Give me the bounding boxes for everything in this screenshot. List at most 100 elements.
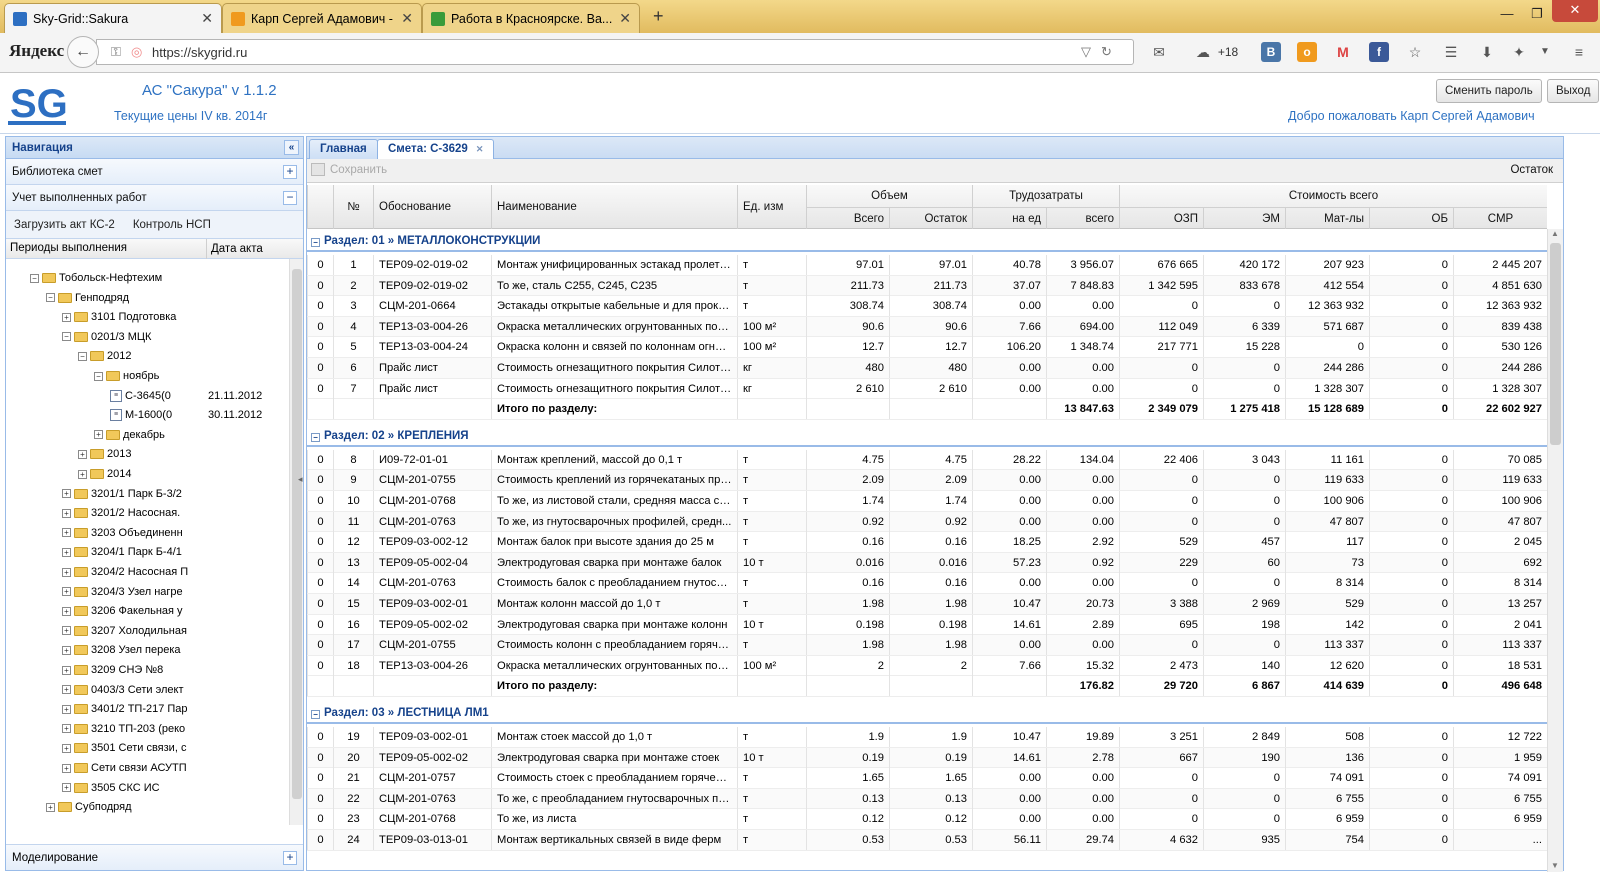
tree-folder-item[interactable]: − Тобольск-Нефтехим [30,269,162,287]
column-header-em[interactable]: ЭМ [1203,207,1285,229]
save-button[interactable]: Сохранить [311,163,387,176]
browser-tab-jobs[interactable]: Работа в Красноярске. Ва... ✕ [422,3,640,33]
tree-folder-item[interactable]: +3208 Узел перека [62,641,181,659]
tree-expand-icon[interactable]: + [62,665,71,675]
tab-home[interactable]: Главная [309,139,378,159]
tree-expand-icon[interactable]: + [62,508,71,518]
column-header-num[interactable]: № [333,185,373,229]
tree-expand-icon[interactable]: + [62,685,71,695]
weather-temperature[interactable]: +18 [1213,42,1243,62]
tree-expand-icon[interactable]: + [62,489,71,499]
new-tab-button[interactable]: + [653,6,664,27]
tree-expand-icon[interactable]: + [62,587,71,597]
bookmark-star-icon[interactable]: ☆ [1405,42,1425,62]
table-row[interactable]: 0 21 СЦМ-201-0757 Стоимость стоек с преобла… [307,768,1547,789]
tree-collapse-icon[interactable]: − [94,371,103,381]
table-row[interactable]: 0 9 СЦМ-201-0755 Стоимость креплений из гор… [307,470,1547,491]
column-header-smr[interactable]: СМР [1453,207,1547,229]
tree-act-item[interactable]: ≡ М-1600(0 [110,406,172,424]
browser-tab-karp[interactable]: Карп Сергей Адамович - ... ✕ [222,3,422,33]
table-row[interactable]: 0 10 СЦМ-201-0768 То же, из листовой стали,… [307,491,1547,512]
bookmarks-list-icon[interactable]: ☰ [1441,42,1461,62]
column-header-ob[interactable]: ОБ [1369,207,1453,229]
close-window-button[interactable]: ✕ [1552,0,1598,22]
close-tab-icon[interactable]: ✕ [201,10,213,27]
mail-icon[interactable]: ✉ [1149,42,1169,62]
tree-folder-item[interactable]: +3101 Подготовка [62,308,176,326]
table-row[interactable]: 0 7 Прайс лист Стоимость огнезащитного покр… [307,378,1547,400]
scroll-thumb[interactable] [1550,243,1561,445]
column-header-unit[interactable]: Ед. изм [737,185,806,229]
column-header-vol-total[interactable]: Всего [806,207,889,229]
tree-folder-item[interactable]: +3201/2 Насосная. [62,504,180,522]
site-info-icon[interactable]: ◎ [131,44,142,60]
back-button[interactable]: ← [67,36,99,68]
tree-scrollbar[interactable] [289,259,303,825]
tab-estimate[interactable]: Смета: С-3629 ✕ [377,139,495,160]
tree-folder-item[interactable]: +3204/2 Насосная П [62,563,188,581]
tree-folder-item[interactable]: +3209 СНЭ №8 [62,661,163,679]
tree-folder-item[interactable]: +3505 СКС ИС [62,779,160,797]
panel-splitter-handle[interactable]: ◂ [298,474,304,504]
tree-folder-item[interactable]: + Субподряд [46,798,132,816]
table-row[interactable]: 0 8 И09-72-01-01 Монтаж креплений, массой д… [307,449,1547,471]
group-collapse-icon[interactable]: − [311,238,320,247]
maximize-button[interactable]: ❐ [1522,4,1552,24]
collapse-panel-icon[interactable]: « [284,140,299,155]
menu-icon[interactable]: ≡ [1569,42,1589,62]
tree-expand-icon[interactable]: + [62,547,71,557]
close-tab-icon[interactable]: ✕ [476,144,484,154]
tree-expand-icon[interactable]: + [78,469,87,479]
table-row[interactable]: 0 20 ТЕР09-05-002-02 Электродуговая сварка … [307,747,1547,769]
tree-expand-icon[interactable]: + [62,645,71,655]
tree-expand-icon[interactable]: + [78,449,87,459]
table-row[interactable]: 0 15 ТЕР09-03-002-01 Монтаж колонн массой д… [307,594,1547,615]
tree-expand-icon[interactable]: + [62,724,71,734]
nav-section-works[interactable]: Учет выполненных работ − [6,185,303,211]
tree-expand-icon[interactable]: + [62,606,71,616]
column-header-labor[interactable]: Трудозатраты [972,185,1119,207]
column-periods[interactable]: Периоды выполнения [10,242,127,254]
tree-folder-item[interactable]: +3206 Факельная у [62,602,183,620]
tree-expand-icon[interactable]: + [62,743,71,753]
table-row[interactable]: 0 3 СЦМ-201-0664 Эстакады открытые кабельны… [307,296,1547,317]
table-row[interactable]: 0 14 СЦМ-201-0763 Стоимость балок с преобла… [307,573,1547,594]
odnoklassniki-icon[interactable]: о [1297,42,1317,62]
tree-collapse-icon[interactable]: − [46,293,55,303]
tree-expand-icon[interactable]: + [62,567,71,577]
column-header-mat[interactable]: Мат-лы [1285,207,1369,229]
url-dropdown-icon[interactable]: ▽ [1081,44,1091,60]
expand-icon[interactable]: + [283,851,297,865]
tree-folder-item[interactable]: +2013 [78,445,131,463]
tree-folder-item[interactable]: +3210 ТП-203 (реко [62,720,185,738]
tree-collapse-icon[interactable]: − [78,351,87,361]
tree-collapse-icon[interactable]: − [62,332,71,342]
column-header-ozp[interactable]: ОЗП [1119,207,1203,229]
table-row[interactable]: 0 16 ТЕР09-05-002-02 Электродуговая сварка … [307,614,1547,636]
table-row[interactable]: 0 24 ТЕР09-03-013-01 Монтаж вертикальных св… [307,830,1547,851]
tree-expand-icon[interactable]: + [62,528,71,538]
tree-collapse-icon[interactable]: − [30,273,39,283]
nav-section-modeling[interactable]: Моделирование + [6,844,303,870]
section-group-header[interactable]: − Раздел: 02 » КРЕПЛЕНИЯ [307,425,1547,447]
tree-expand-icon[interactable]: + [62,626,71,636]
url-text[interactable]: https://skygrid.ru [152,45,247,60]
table-row[interactable]: 0 5 ТЕР13-03-004-24 Окраска колонн и связей… [307,337,1547,358]
section-group-header[interactable]: − Раздел: 03 » ЛЕСТНИЦА ЛМ1 [307,703,1547,724]
grid-scrollbar[interactable]: ▲ ▼ [1547,229,1563,872]
gmail-icon[interactable]: M [1333,42,1353,62]
tree-expand-icon[interactable]: + [62,783,71,793]
table-row[interactable]: 0 1 ТЕР09-02-019-02 Монтаж унифицированных … [307,255,1547,276]
control-nsp-button[interactable]: Контроль НСП [133,219,211,231]
remainder-toggle[interactable]: Остаток [1510,164,1553,176]
table-row[interactable]: 0 18 ТЕР13-03-004-26 Окраска металлических … [307,655,1547,677]
tree-expand-icon[interactable]: + [46,802,55,812]
tree-folder-item[interactable]: +0403/3 Сети элект [62,681,184,699]
reload-icon[interactable]: ↻ [1101,44,1112,60]
load-act-button[interactable]: Загрузить акт КС-2 [14,219,115,231]
vk-icon[interactable]: В [1261,42,1281,62]
scroll-up-icon[interactable]: ▲ [1551,229,1559,238]
table-row[interactable]: 0 12 ТЕР09-03-002-12 Монтаж балок при высот… [307,532,1547,553]
table-row[interactable]: 0 17 СЦМ-201-0755 Стоимость колонн с преобл… [307,635,1547,656]
minimize-button[interactable]: — [1492,4,1522,24]
